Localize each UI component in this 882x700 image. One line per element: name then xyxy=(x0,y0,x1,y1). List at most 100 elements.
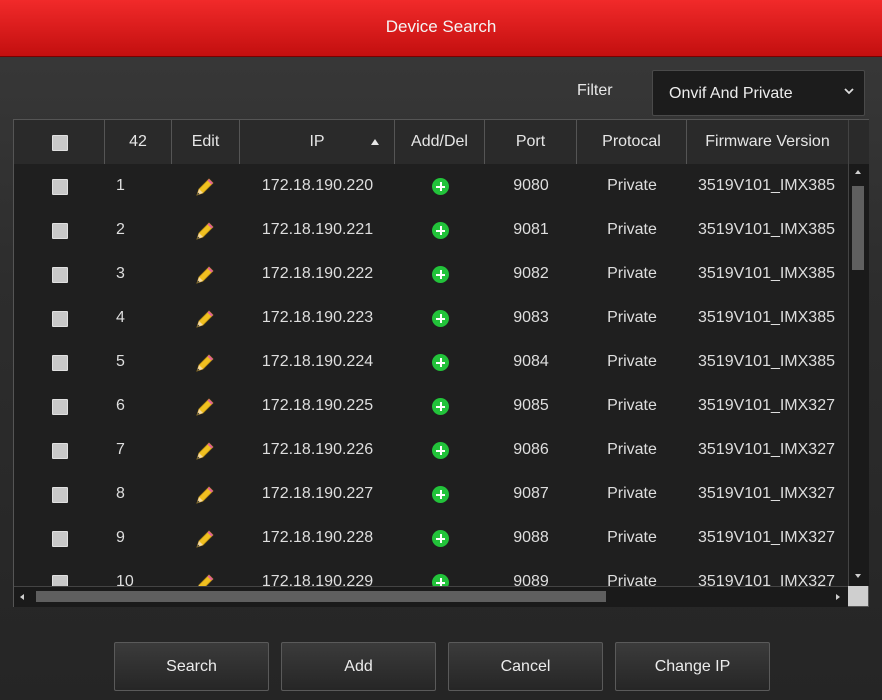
column-protocol: Protocal xyxy=(577,120,687,164)
horizontal-scrollbar[interactable] xyxy=(14,586,848,607)
row-checkbox[interactable] xyxy=(52,355,68,371)
row-protocol: Private xyxy=(607,177,657,194)
row-protocol: Private xyxy=(607,441,657,458)
row-ip: 172.18.190.225 xyxy=(261,397,374,414)
table-row[interactable]: 7 172.18.190.226 9086 Private 3519V101_IMX32… xyxy=(14,428,848,473)
row-protocol: Private xyxy=(607,309,657,326)
column-add-del: Add/Del xyxy=(395,120,485,164)
table-row[interactable]: 6 172.18.190.225 9085 Private 3519V101_IMX32… xyxy=(14,384,848,429)
scroll-left-icon[interactable] xyxy=(20,594,24,600)
row-port: 9086 xyxy=(513,441,549,458)
scroll-down-icon[interactable] xyxy=(855,574,861,578)
add-device-icon[interactable] xyxy=(432,178,449,195)
table-header: 42 Edit IP Add/Del Port Protocal Firmwar… xyxy=(14,120,848,165)
edit-pencil-icon[interactable] xyxy=(194,528,216,550)
horizontal-scroll-thumb[interactable] xyxy=(36,591,606,602)
edit-pencil-icon[interactable] xyxy=(194,396,216,418)
table-row[interactable]: 10 172.18.190.229 9089 Private 3519V101_IMX3… xyxy=(14,560,848,586)
row-ip: 172.18.190.228 xyxy=(261,529,374,546)
column-ip-label: IP xyxy=(309,133,325,150)
add-button[interactable]: Add xyxy=(281,642,436,691)
row-protocol: Private xyxy=(607,221,657,238)
edit-pencil-icon[interactable] xyxy=(194,572,216,586)
row-number: 7 xyxy=(116,441,125,458)
add-device-icon[interactable] xyxy=(432,442,449,459)
vertical-scroll-thumb[interactable] xyxy=(852,186,864,270)
cancel-button[interactable]: Cancel xyxy=(448,642,603,691)
row-port: 9082 xyxy=(513,265,549,282)
search-button[interactable]: Search xyxy=(114,642,269,691)
row-checkbox[interactable] xyxy=(52,487,68,503)
table-row[interactable]: 2 172.18.190.221 9081 Private 3519V101_IMX38… xyxy=(14,208,848,253)
table-row[interactable]: 5 172.18.190.224 9084 Private 3519V101_IMX38… xyxy=(14,340,848,385)
filter-dropdown[interactable]: Onvif And Private xyxy=(652,70,865,116)
row-ip: 172.18.190.227 xyxy=(261,485,374,502)
row-firmware-version: 3519V101_IMX385 xyxy=(698,353,835,370)
dialog-title: Device Search xyxy=(385,17,497,36)
select-all-checkbox[interactable] xyxy=(52,135,68,151)
row-number: 1 xyxy=(116,177,125,194)
row-ip: 172.18.190.220 xyxy=(261,177,374,194)
add-device-icon[interactable] xyxy=(432,310,449,327)
row-port: 9088 xyxy=(513,529,549,546)
column-ip[interactable]: IP xyxy=(240,120,395,164)
edit-pencil-icon[interactable] xyxy=(194,220,216,242)
row-port: 9089 xyxy=(513,573,549,586)
row-firmware-version: 3519V101_IMX385 xyxy=(698,177,835,194)
row-checkbox[interactable] xyxy=(52,311,68,327)
column-edit: Edit xyxy=(172,120,240,164)
row-firmware-version: 3519V101_IMX327 xyxy=(698,529,835,546)
row-port: 9083 xyxy=(513,309,549,326)
table-row[interactable]: 8 172.18.190.227 9087 Private 3519V101_IMX32… xyxy=(14,472,848,517)
title-bar: Device Search xyxy=(0,0,882,57)
change-ip-button[interactable]: Change IP xyxy=(615,642,770,691)
table-row[interactable]: 1 172.18.190.220 9080 Private 3519V101_IMX38… xyxy=(14,164,848,209)
add-device-icon[interactable] xyxy=(432,222,449,239)
row-checkbox[interactable] xyxy=(52,443,68,459)
row-port: 9080 xyxy=(513,177,549,194)
edit-pencil-icon[interactable] xyxy=(194,308,216,330)
edit-pencil-icon[interactable] xyxy=(194,264,216,286)
row-checkbox[interactable] xyxy=(52,531,68,547)
add-device-icon[interactable] xyxy=(432,574,449,586)
edit-pencil-icon[interactable] xyxy=(194,352,216,374)
scroll-right-icon[interactable] xyxy=(836,594,840,600)
row-protocol: Private xyxy=(607,397,657,414)
add-device-icon[interactable] xyxy=(432,486,449,503)
table-row[interactable]: 3 172.18.190.222 9082 Private 3519V101_IMX38… xyxy=(14,252,848,297)
row-firmware-version: 3519V101_IMX385 xyxy=(698,309,835,326)
row-port: 9085 xyxy=(513,397,549,414)
filter-label: Filter xyxy=(577,82,613,99)
chevron-down-icon xyxy=(844,88,854,95)
vertical-scrollbar[interactable] xyxy=(848,164,869,586)
table-row[interactable]: 4 172.18.190.223 9083 Private 3519V101_IMX38… xyxy=(14,296,848,341)
column-port: Port xyxy=(485,120,577,164)
row-number: 6 xyxy=(116,397,125,414)
add-device-icon[interactable] xyxy=(432,354,449,371)
row-port: 9084 xyxy=(513,353,549,370)
row-firmware-version: 3519V101_IMX327 xyxy=(698,397,835,414)
edit-pencil-icon[interactable] xyxy=(194,440,216,462)
column-select-all xyxy=(14,120,105,164)
add-device-icon[interactable] xyxy=(432,530,449,547)
table-row[interactable]: 9 172.18.190.228 9088 Private 3519V101_IMX32… xyxy=(14,516,848,561)
row-checkbox[interactable] xyxy=(52,223,68,239)
row-firmware-version: 3519V101_IMX385 xyxy=(698,221,835,238)
row-checkbox[interactable] xyxy=(52,575,68,586)
row-number: 3 xyxy=(116,265,125,282)
row-port: 9087 xyxy=(513,485,549,502)
edit-pencil-icon[interactable] xyxy=(194,484,216,506)
edit-pencil-icon[interactable] xyxy=(194,176,216,198)
row-checkbox[interactable] xyxy=(52,267,68,283)
row-number: 5 xyxy=(116,353,125,370)
scrollbar-header-spacer xyxy=(848,120,869,165)
add-device-icon[interactable] xyxy=(432,398,449,415)
row-number: 4 xyxy=(116,309,125,326)
row-checkbox[interactable] xyxy=(52,399,68,415)
table-body: 1 172.18.190.220 9080 Private 3519V101_IMX38… xyxy=(14,164,848,586)
row-ip: 172.18.190.223 xyxy=(261,309,374,326)
scroll-up-icon[interactable] xyxy=(855,170,861,174)
row-checkbox[interactable] xyxy=(52,179,68,195)
filter-selected-value: Onvif And Private xyxy=(669,85,793,102)
add-device-icon[interactable] xyxy=(432,266,449,283)
